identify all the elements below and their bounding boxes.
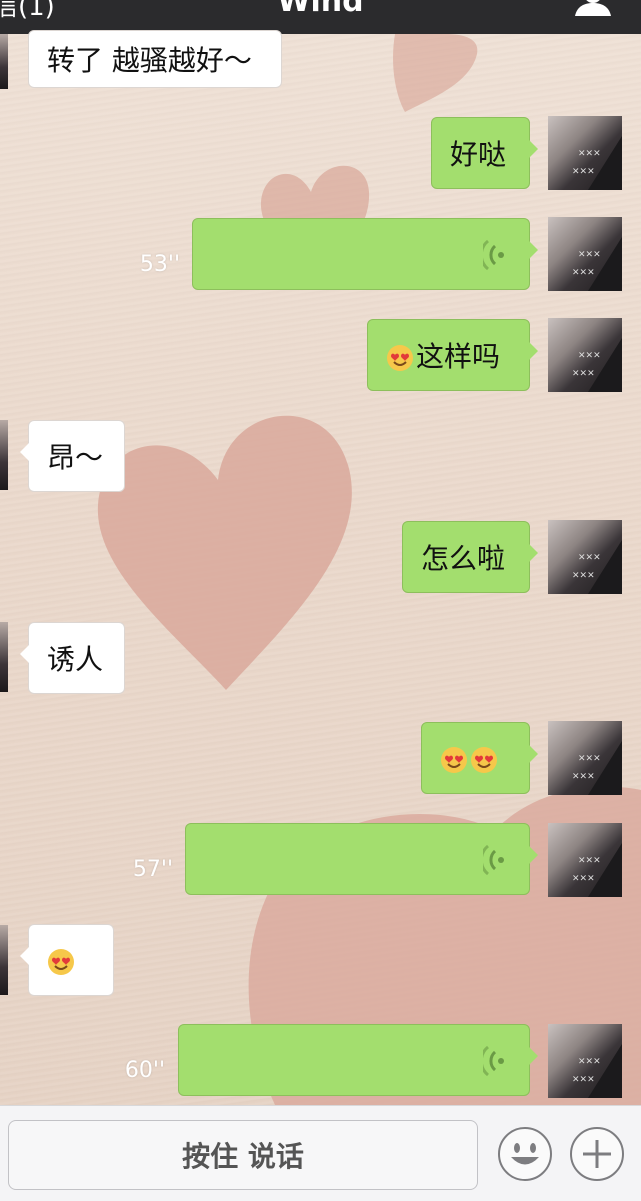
my-avatar[interactable]: ✕✕✕ ✕✕✕: [548, 520, 622, 594]
message-content: 这样吗: [368, 335, 500, 375]
svg-text:✕✕✕: ✕✕✕: [578, 553, 601, 563]
emoji-row: [422, 742, 500, 775]
message-bubble-sent[interactable]: 怎么啦: [402, 521, 538, 593]
svg-text:✕✕✕: ✕✕✕: [572, 772, 595, 782]
background-heart-large: [97, 415, 352, 690]
bubble-tail: [20, 947, 29, 965]
voice-wave-icon: [483, 844, 504, 876]
voice-message-bubble[interactable]: [192, 218, 538, 290]
message-bubble-sent[interactable]: 好哒: [431, 117, 538, 189]
voice-message-bubble[interactable]: [185, 823, 538, 895]
message-text: 昂～: [47, 441, 104, 474]
message-text: 怎么啦: [421, 542, 506, 575]
bubble-tail: [20, 443, 29, 461]
navigation-bar: 信(1) Wind: [0, 0, 641, 34]
voice-duration: 53'': [139, 252, 180, 277]
message-text: 诱人: [47, 643, 104, 676]
bubble-tail: [529, 846, 538, 864]
voice-message-bubble[interactable]: [178, 1024, 538, 1096]
chat-input-bar: 按住 说话: [0, 1105, 641, 1201]
bubble-tail: [20, 645, 29, 663]
my-avatar[interactable]: ✕✕✕ ✕✕✕: [548, 318, 622, 392]
message-bubble-received[interactable]: 昂～: [20, 420, 125, 492]
svg-text:✕✕✕: ✕✕✕: [578, 149, 601, 159]
svg-text:✕✕✕: ✕✕✕: [572, 1075, 595, 1085]
my-avatar[interactable]: ✕✕✕ ✕✕✕: [548, 721, 622, 795]
emoji-message-bubble-received[interactable]: [20, 924, 114, 996]
svg-text:✕✕✕: ✕✕✕: [572, 874, 595, 884]
plus-icon[interactable]: [569, 1126, 625, 1182]
svg-text:✕✕✕: ✕✕✕: [572, 167, 595, 177]
voice-duration: 57'': [132, 857, 173, 882]
bubble-tail: [529, 1047, 538, 1065]
contact-avatar[interactable]: [0, 34, 8, 89]
heart-eyes-emoji-icon: [387, 345, 413, 371]
message-text: 好哒: [450, 138, 507, 171]
svg-text:✕✕✕: ✕✕✕: [572, 571, 595, 581]
svg-text:✕✕✕: ✕✕✕: [578, 856, 601, 866]
message-text: 转了 越骚越好～: [47, 44, 252, 77]
my-avatar[interactable]: ✕✕✕ ✕✕✕: [548, 1024, 622, 1098]
message-bubble-sent[interactable]: 这样吗: [367, 319, 538, 391]
contact-avatar[interactable]: [0, 925, 8, 995]
svg-text:✕✕✕: ✕✕✕: [578, 351, 601, 361]
person-icon[interactable]: [573, 0, 613, 16]
svg-text:✕✕✕: ✕✕✕: [578, 250, 601, 260]
my-avatar[interactable]: ✕✕✕ ✕✕✕: [548, 823, 622, 897]
my-avatar[interactable]: ✕✕✕ ✕✕✕: [548, 116, 622, 190]
contact-avatar[interactable]: [0, 420, 8, 490]
chat-title: Wind: [277, 0, 364, 19]
voice-wave-icon: [483, 1045, 504, 1077]
bubble-tail: [529, 544, 538, 562]
voice-wave-icon: [483, 239, 504, 271]
svg-text:✕✕✕: ✕✕✕: [572, 369, 595, 379]
bubble-tail: [529, 140, 538, 158]
emoji-message-bubble[interactable]: [421, 722, 538, 794]
contact-avatar[interactable]: [0, 622, 8, 692]
message-text: 这样吗: [416, 340, 501, 373]
my-avatar[interactable]: ✕✕✕ ✕✕✕: [548, 217, 622, 291]
bubble-tail: [529, 241, 538, 259]
bubble-tail: [529, 745, 538, 763]
heart-eyes-emoji-icon: [441, 746, 467, 773]
emoji-row: [29, 944, 77, 977]
heart-eyes-emoji-icon: [48, 948, 74, 975]
svg-text:✕✕✕: ✕✕✕: [578, 754, 601, 764]
svg-text:✕✕✕: ✕✕✕: [578, 1057, 601, 1067]
bubble-tail: [529, 342, 538, 360]
heart-eyes-emoji-icon: [471, 746, 497, 773]
voice-duration: 60'': [124, 1058, 165, 1083]
background-heart-top: [393, 34, 478, 112]
svg-text:✕✕✕: ✕✕✕: [572, 268, 595, 278]
message-bubble-received[interactable]: 诱人: [20, 622, 125, 694]
smiley-face-icon[interactable]: [497, 1126, 553, 1182]
message-bubble-received[interactable]: 转了 越骚越好～: [28, 30, 282, 88]
hold-to-talk-button[interactable]: 按住 说话: [8, 1120, 478, 1190]
